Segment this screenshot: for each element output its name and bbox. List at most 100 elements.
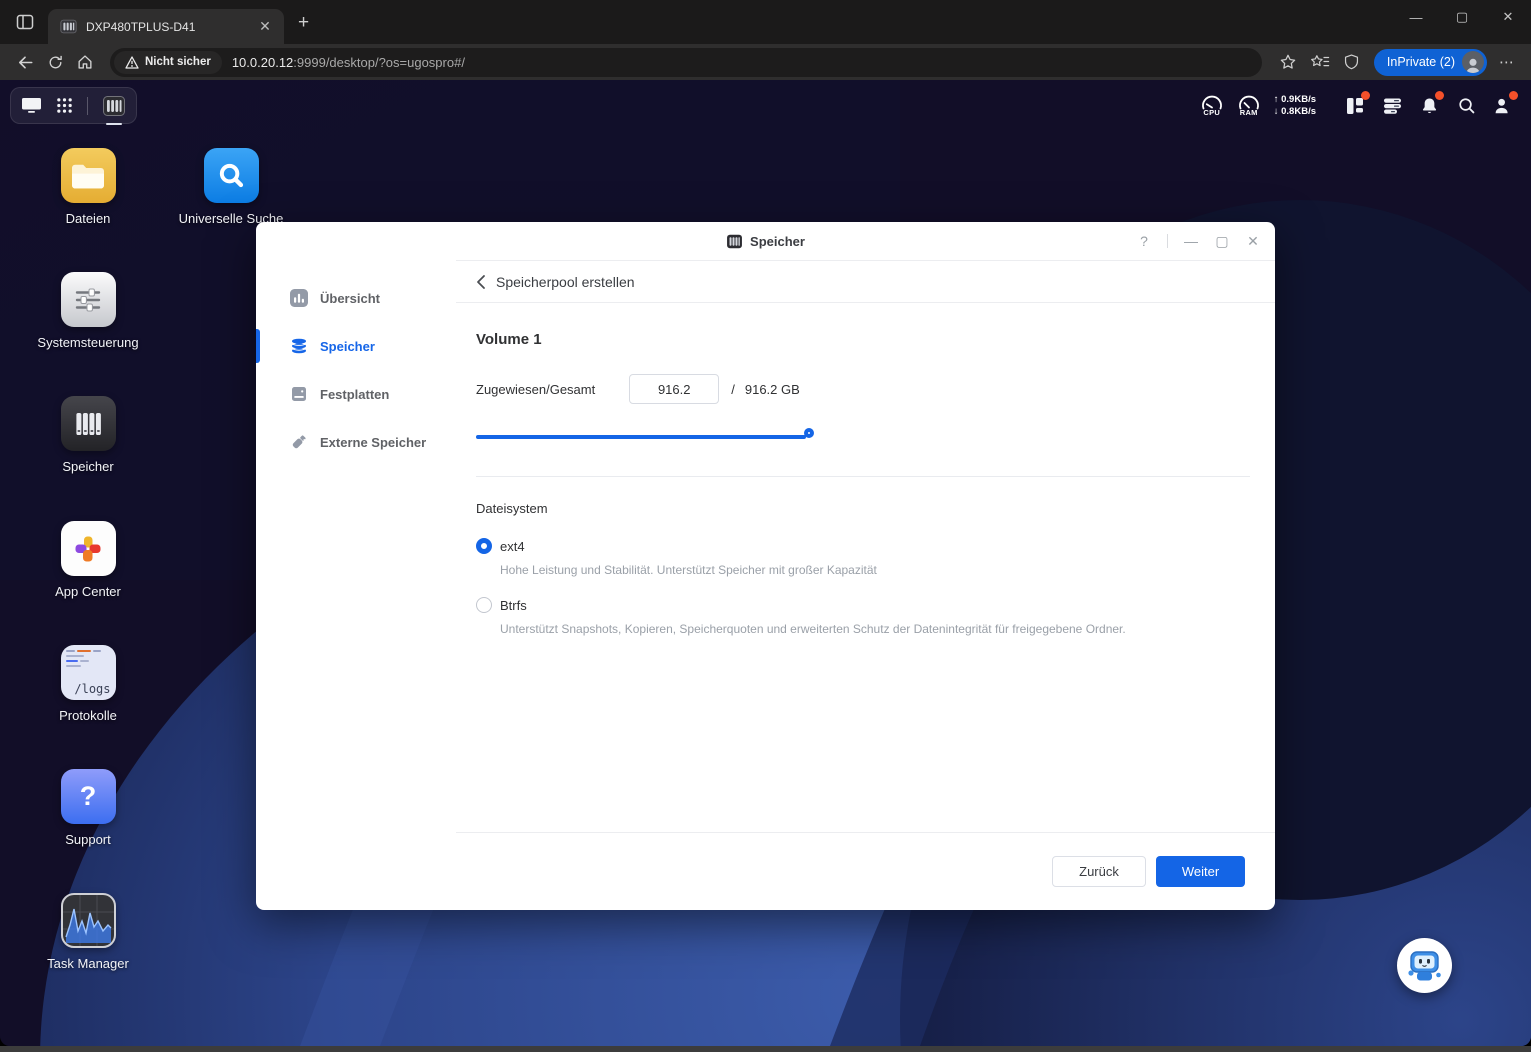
wizard-header: Speicherpool erstellen — [456, 261, 1275, 303]
refresh-button[interactable] — [40, 48, 70, 76]
window-minimize-button[interactable]: — — [1393, 0, 1439, 34]
notification-dot — [1361, 90, 1370, 100]
chevron-left-icon — [477, 274, 485, 289]
cpu-label: CPU — [1203, 107, 1221, 117]
desktop-icon-label: Task Manager — [47, 956, 129, 971]
favorite-this-page-button[interactable] — [1272, 48, 1304, 76]
home-icon — [78, 55, 92, 69]
desktop-icon-label: Systemsteuerung — [37, 335, 139, 350]
desktop-icon-speicher[interactable]: Speicher — [23, 396, 153, 474]
sidebar-item-externe-speicher[interactable]: Externe Speicher — [256, 418, 456, 466]
desktop-icon-label: Support — [65, 832, 111, 847]
allocation-separator: / — [731, 381, 735, 397]
open-app-speicher-button[interactable] — [102, 94, 126, 125]
control-panel-icon — [60, 272, 116, 327]
filesystem-option-description: Hohe Leistung und Stabilität. Unterstütz… — [500, 563, 877, 577]
radio-unselected-icon[interactable] — [476, 597, 492, 613]
storage-bays-icon — [60, 396, 116, 451]
tab-close-icon[interactable]: ✕ — [254, 16, 276, 38]
url-path: :9999/desktop/?os=ugospro#/ — [293, 54, 465, 70]
cpu-monitor[interactable]: CPU — [1200, 95, 1224, 117]
security-chip[interactable]: Nicht sicher — [114, 50, 222, 74]
address-bar[interactable]: Nicht sicher 10.0.20.12:9999/desktop/?os… — [110, 47, 1262, 77]
universal-search-icon — [203, 148, 259, 203]
back-arrow-icon — [18, 55, 32, 69]
notifications-button[interactable] — [1417, 90, 1444, 118]
section-divider — [476, 476, 1250, 477]
desktop-icon-label: Speicher — [62, 459, 114, 474]
home-button[interactable] — [70, 48, 100, 76]
filesystem-option-ext4[interactable]: ext4 — [476, 538, 1250, 554]
desktop-icon-universelle-suche[interactable]: Universelle Suche — [166, 148, 296, 226]
warning-icon — [125, 55, 139, 69]
dialog-maximize-button[interactable]: ▢ — [1214, 233, 1230, 250]
desktop-icon-label: App Center — [55, 584, 121, 599]
back-step-button[interactable]: Zurück — [1052, 856, 1146, 887]
filesystem-option-btrfs[interactable]: Btrfs — [476, 597, 1250, 613]
desktop-icon-task-manager[interactable]: Task Manager — [23, 893, 153, 971]
tab-actions-button[interactable] — [10, 7, 40, 37]
wizard-body: Volume 1 Zugewiesen/Gesamt / 916.2 GB — [456, 303, 1275, 832]
filesystem-label: Dateisystem — [476, 501, 548, 516]
notification-dot — [1435, 90, 1444, 100]
upload-speed: ↑ 0.9KB/s — [1273, 94, 1316, 105]
tab-title: DXP480TPLUS-D41 — [86, 19, 196, 34]
window-maximize-button[interactable]: ▢ — [1439, 0, 1485, 34]
favorites-bar-button[interactable] — [1304, 48, 1336, 76]
sidebar-item-uebersicht[interactable]: Übersicht — [256, 274, 456, 322]
widgets-button[interactable] — [1343, 90, 1370, 118]
dialog-titlebar[interactable]: Speicher ? — ▢ ✕ — [256, 222, 1275, 260]
dialog-app-icon — [727, 234, 742, 248]
show-desktop-button[interactable] — [21, 97, 42, 114]
sidebar-item-label: Externe Speicher — [320, 434, 427, 450]
size-slider[interactable] — [476, 428, 814, 446]
back-button[interactable] — [10, 48, 40, 76]
dialog-minimize-button[interactable]: — — [1183, 233, 1199, 249]
overview-icon — [290, 289, 308, 307]
dialog-title: Speicher — [750, 233, 805, 249]
allocated-size-input[interactable] — [629, 374, 720, 404]
workspaces-icon — [16, 14, 34, 30]
dialog-close-button[interactable]: ✕ — [1245, 233, 1261, 250]
server-icon — [1383, 98, 1401, 114]
inprivate-profile-button[interactable]: InPrivate (2) — [1373, 48, 1487, 76]
desktop-icon-systemsteuerung[interactable]: Systemsteuerung — [23, 272, 153, 350]
wizard-back-button[interactable] — [476, 274, 486, 290]
sidebar-item-festplatten[interactable]: Festplatten — [256, 370, 456, 418]
radio-selected-icon[interactable] — [476, 538, 492, 554]
desktop-icon — [22, 98, 41, 113]
desktop-icon-app-center[interactable]: App Center — [23, 521, 153, 599]
desktop-icon-protokolle[interactable]: /logs Protokolle — [23, 645, 153, 723]
desktop-icon-dateien[interactable]: Dateien — [23, 148, 153, 226]
slider-track[interactable] — [476, 435, 806, 439]
app-center-icon — [60, 521, 116, 576]
window-close-button[interactable]: ✕ — [1485, 0, 1531, 34]
app-launcher-button[interactable] — [56, 97, 73, 114]
download-speed: ↓ 0.8KB/s — [1273, 106, 1316, 117]
user-menu-button[interactable] — [1491, 90, 1518, 118]
sidebar-item-label: Übersicht — [320, 290, 380, 306]
ram-monitor[interactable]: RAM — [1237, 95, 1261, 117]
device-status-button[interactable] — [1380, 94, 1404, 118]
refresh-icon — [49, 55, 62, 68]
support-icon: ? — [60, 769, 116, 824]
browser-tab[interactable]: DXP480TPLUS-D41 ✕ — [48, 9, 284, 44]
assistant-button[interactable] — [1397, 938, 1452, 993]
total-size-value: 916.2 GB — [744, 381, 800, 397]
browser-menu-button[interactable]: ⋯ — [1493, 53, 1521, 71]
browser-essentials-button[interactable] — [1336, 48, 1368, 76]
desktop-dock — [10, 87, 137, 125]
profile-avatar — [1462, 51, 1484, 73]
dialog-controls: ? — ▢ ✕ — [1136, 222, 1261, 260]
hard-drive-icon — [292, 387, 306, 401]
sidebar-item-speicher[interactable]: Speicher — [256, 322, 456, 370]
global-search-button[interactable] — [1454, 94, 1478, 118]
new-tab-button[interactable]: + — [298, 12, 309, 34]
dialog-help-button[interactable]: ? — [1136, 233, 1152, 249]
slider-handle[interactable] — [804, 428, 814, 438]
desktop-icon-support[interactable]: ? Support — [23, 769, 153, 847]
next-step-button[interactable]: Weiter — [1156, 856, 1245, 887]
question-mark-glyph: ? — [79, 781, 97, 811]
browser-tab-strip: DXP480TPLUS-D41 ✕ + — ▢ ✕ — [0, 0, 1531, 44]
status-tray: CPU RAM ↑ 0.9KB/s ↓ 0.8KB/s — [1200, 87, 1518, 124]
